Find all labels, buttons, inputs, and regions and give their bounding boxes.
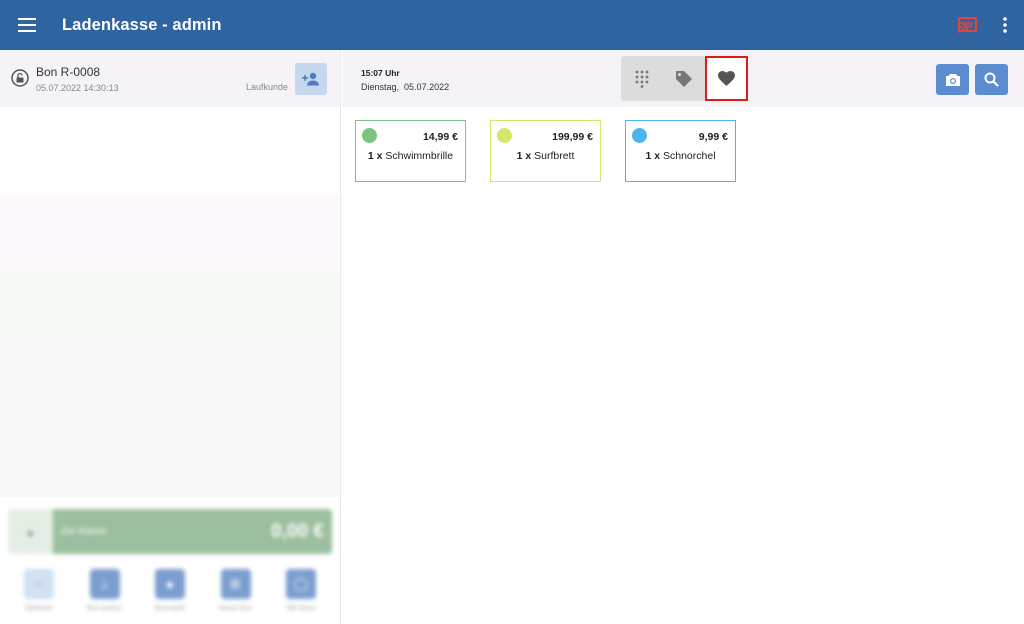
mode-keypad-button[interactable] (621, 56, 663, 101)
product-name: Schnorchel (663, 150, 716, 162)
tool-discount[interactable]: ● Bonrabatt (139, 569, 201, 619)
options-icon: — (24, 569, 54, 599)
product-label: 1 x Surfbrett (491, 150, 600, 162)
app-bar: Ladenkasse - admin (0, 0, 1024, 50)
tool-label: Alle Bons (286, 605, 316, 612)
product-label: 1 x Schnorchel (626, 150, 735, 162)
checkout-label: Zur Kasse (61, 526, 107, 537)
tool-label: Bon parken (86, 605, 123, 612)
expand-button[interactable]: ▲ (8, 509, 53, 554)
tool-options[interactable]: — Optionen (8, 569, 70, 619)
add-person-icon (302, 72, 319, 86)
product-color-dot (362, 128, 377, 143)
more-vert-icon (1003, 17, 1007, 33)
receipt-pane: Bon R-0008 05.07.2022 14:30:13 Laufkunde… (0, 50, 341, 624)
receipt-header: Bon R-0008 05.07.2022 14:30:13 Laufkunde (0, 50, 340, 107)
mode-favorites-button[interactable] (705, 56, 748, 101)
receipt-toolbar: — Optionen ⊥ Bon parken ● Bonrabatt ⊞ Ne… (8, 569, 332, 619)
product-color-dot (497, 128, 512, 143)
discount-icon: ● (155, 569, 185, 599)
new-receipt-icon: ⊞ (220, 569, 251, 599)
chevron-up-icon: ▲ (24, 524, 37, 539)
receipt-customer: Laufkunde (245, 82, 288, 92)
tool-label: Neuer Bon (218, 605, 253, 612)
cast-button[interactable] (948, 0, 986, 50)
tag-icon (676, 70, 692, 87)
tool-all-receipts[interactable]: ◯ Alle Bons (270, 569, 332, 619)
receipt-items-area (0, 107, 340, 497)
product-qty: 1 x (516, 150, 532, 162)
favorite-product-card[interactable]: 199,99 € 1 x Surfbrett (490, 120, 601, 182)
search-icon (984, 72, 999, 87)
clock-time: 15:07 Uhr (361, 68, 400, 78)
checkout-amount: 0,00 € (271, 520, 324, 542)
tool-label: Optionen (24, 605, 54, 612)
unlock-icon[interactable] (11, 69, 29, 87)
product-qty: 1 x (645, 150, 661, 162)
park-icon: ⊥ (89, 569, 120, 599)
heart-icon (718, 71, 735, 86)
product-header: 15:07 Uhr Dienstag, 05.07.2022 (342, 50, 1024, 107)
add-customer-button[interactable] (295, 63, 327, 95)
camera-icon (945, 73, 960, 86)
checkout-bar[interactable]: ▲ Zur Kasse 0,00 € (8, 509, 332, 554)
favorite-product-card[interactable]: 9,99 € 1 x Schnorchel (625, 120, 736, 182)
product-price: 199,99 € (552, 131, 593, 143)
checkout-button[interactable]: Zur Kasse 0,00 € (53, 509, 332, 554)
product-price: 9,99 € (698, 131, 728, 143)
product-name: Schwimmbrille (385, 150, 454, 162)
clock-date-value: 05.07.2022 (404, 82, 450, 92)
receipt-title: Bon R-0008 (36, 65, 101, 79)
tool-new-receipt[interactable]: ⊞ Neuer Bon (205, 569, 267, 619)
product-price: 14,99 € (422, 131, 458, 143)
product-label: 1 x Schwimmbrille (356, 150, 465, 162)
product-name: Surfbrett (534, 150, 575, 162)
keypad-icon (635, 70, 649, 88)
product-qty: 1 x (367, 150, 383, 162)
mode-tag-button[interactable] (663, 56, 705, 101)
product-pane: 15:07 Uhr Dienstag, 05.07.2022 14,99 € 1… (342, 50, 1024, 624)
product-color-dot (632, 128, 647, 143)
camera-button[interactable] (936, 64, 969, 95)
all-receipts-icon: ◯ (286, 569, 316, 599)
menu-icon (18, 18, 36, 32)
tool-label: Bonrabatt (154, 605, 186, 612)
favorite-product-card[interactable]: 14,99 € 1 x Schwimmbrille (355, 120, 466, 182)
mode-switch (621, 56, 748, 101)
receipt-datetime: 05.07.2022 14:30:13 (36, 83, 119, 93)
menu-button[interactable] (0, 0, 54, 50)
tool-park[interactable]: ⊥ Bon parken (74, 569, 136, 619)
pos-app: Ladenkasse - admin Bon R-0008 05.07.2022… (0, 0, 1024, 624)
clock-day: Dienstag, (361, 82, 400, 92)
more-button[interactable] (986, 0, 1024, 50)
app-title: Ladenkasse - admin (62, 15, 222, 34)
cast-icon (957, 17, 977, 33)
search-button[interactable] (975, 64, 1008, 95)
clock-date: Dienstag, 05.07.2022 (361, 82, 449, 92)
